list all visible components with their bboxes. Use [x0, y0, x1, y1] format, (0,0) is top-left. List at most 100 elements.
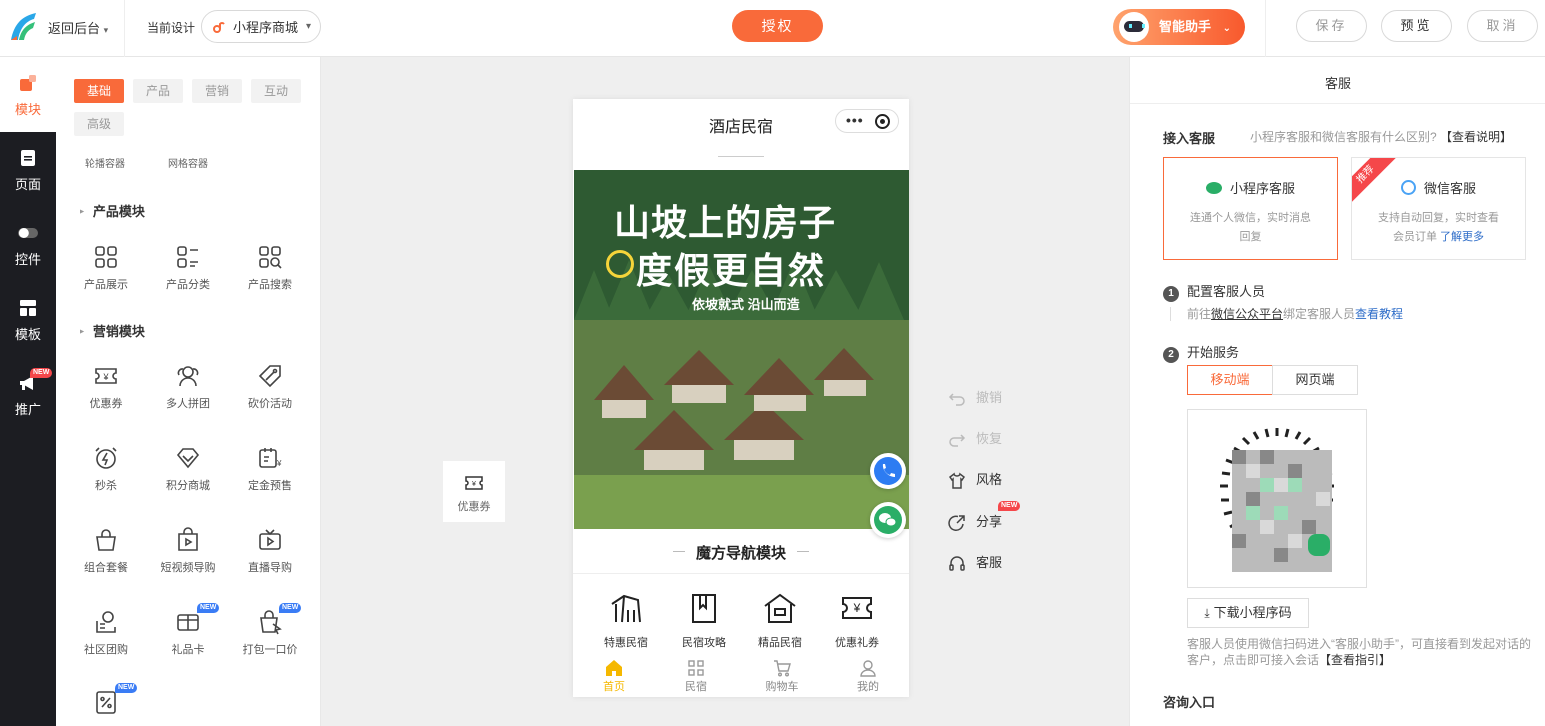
tab-home[interactable]: 首页 — [584, 659, 644, 694]
bargain-icon — [258, 365, 281, 388]
guide-link[interactable]: 【查看指引】 — [1319, 653, 1391, 667]
coupon-icon: ¥ — [95, 368, 117, 384]
rail-item-modules[interactable]: 模块 — [0, 57, 56, 132]
tab-web[interactable]: 网页端 — [1272, 365, 1358, 395]
back-to-admin-button[interactable]: 返回后台 ▾ — [48, 18, 108, 37]
tab-homestay[interactable]: 民宿 — [666, 659, 726, 694]
save-button[interactable]: 保存 — [1296, 10, 1367, 42]
module-gift-card[interactable]: 礼品卡 NEW — [153, 603, 223, 657]
tab-marketing[interactable]: 营销 — [192, 79, 242, 103]
redo-button[interactable]: 恢复 — [948, 428, 1002, 449]
hero-banner[interactable]: 山坡上的房子 度假更自然 依坡就式 沿山而造 — [574, 170, 909, 529]
download-qr-button[interactable]: ⤓ 下载小程序码 — [1187, 598, 1309, 628]
tutorial-link[interactable]: 查看教程 — [1355, 307, 1403, 321]
rail-label: 模块 — [14, 102, 41, 117]
wechat-mp-link[interactable]: 微信公众平台 — [1211, 307, 1283, 321]
more-icon: ••• — [846, 112, 864, 128]
rail-label: 模板 — [14, 327, 41, 342]
share-icon — [948, 514, 965, 531]
left-rail: 模块 页面 控件 模板 推广 NEW — [0, 57, 56, 726]
nav-item-coupons[interactable]: ¥ 优惠礼券 — [817, 592, 897, 650]
module-coupon[interactable]: ¥ 优惠券 — [71, 363, 141, 411]
wechat-button[interactable] — [870, 502, 906, 538]
sun-icon — [606, 250, 634, 278]
module-presale[interactable]: ¥ 定金预售 — [235, 445, 305, 493]
module-label: 定金预售 — [248, 480, 292, 492]
learn-more-link[interactable]: 了解更多 — [1440, 231, 1484, 243]
house-sketch-icon — [611, 594, 641, 623]
tab-product[interactable]: 产品 — [133, 79, 183, 103]
mini-program-service-card[interactable]: 小程序客服 连通个人微信，实时消息回复 — [1163, 157, 1338, 260]
hero-headline-1: 山坡上的房子 — [614, 202, 837, 244]
rail-item-page[interactable]: 页面 — [0, 132, 56, 207]
carousel-container[interactable]: 轮播容器 — [85, 155, 125, 170]
phone-call-button[interactable] — [870, 453, 906, 489]
nav-item-label: 精品民宿 — [758, 637, 802, 649]
module-bundle-price[interactable]: 打包一口价 NEW — [235, 603, 305, 657]
access-help-text: 小程序客服和微信客服有什么区别? — [1250, 130, 1437, 144]
side-coupon-label: 优惠券 — [457, 501, 491, 513]
chevron-down-icon: ⌄ — [1222, 23, 1232, 34]
module-points-mall[interactable]: 积分商城 — [153, 445, 223, 493]
marketing-section-title[interactable]: 营销模块 — [76, 321, 145, 340]
module-product-display[interactable]: 产品展示 — [71, 244, 141, 292]
module-short-video[interactable]: 短视频导购 — [153, 527, 223, 575]
search-grid-icon — [259, 246, 282, 269]
preview-button[interactable]: 预览 — [1381, 10, 1452, 42]
download-label: 下载小程序码 — [1213, 605, 1292, 620]
authorize-button[interactable]: 授权 — [732, 10, 823, 42]
rail-item-templates[interactable]: 模板 — [0, 282, 56, 357]
undo-button[interactable]: 撤销 — [948, 387, 1002, 408]
design-selector[interactable]: 小程序商城 ▾ — [201, 10, 321, 43]
module-product-search[interactable]: 产品搜索 — [235, 244, 305, 292]
grid-icon — [688, 660, 704, 676]
wechat-service-card[interactable]: 推荐 微信客服 支持自动回复，实时查看会员订单 了解更多 — [1351, 157, 1526, 260]
module-discount[interactable]: NEW — [71, 683, 141, 721]
nav-item-boutique-homestay[interactable]: 精品民宿 — [740, 592, 820, 650]
module-label: 直播导购 — [248, 562, 292, 574]
nav-item-special-homestay[interactable]: 特惠民宿 — [586, 592, 666, 650]
mini-program-capsule[interactable]: ••• — [835, 109, 899, 133]
module-group-buy[interactable]: 多人拼团 — [153, 363, 223, 411]
step1-desc-text: 前往 — [1187, 307, 1212, 321]
module-flash-sale[interactable]: 秒杀 — [71, 445, 141, 493]
grid-container[interactable]: 网格容器 — [168, 155, 208, 170]
access-help-link[interactable]: 【查看说明】 — [1440, 130, 1512, 144]
tab-advanced[interactable]: 高级 — [74, 112, 124, 136]
smart-assistant-button[interactable]: 智能助手 ⌄ — [1113, 9, 1245, 45]
floating-coupon-widget[interactable]: ¥ 优惠券 — [443, 461, 505, 522]
tool-label: 撤销 — [976, 390, 1003, 405]
rail-item-controls[interactable]: 控件 — [0, 207, 56, 282]
card-title: 小程序客服 — [1229, 181, 1295, 196]
module-product-category[interactable]: 产品分类 — [153, 244, 223, 292]
product-section-title[interactable]: 产品模块 — [76, 201, 145, 220]
tool-label: 恢复 — [976, 431, 1003, 446]
style-button[interactable]: 风格 — [948, 469, 1002, 490]
module-bundle[interactable]: 组合套餐 — [71, 527, 141, 575]
tab-mobile[interactable]: 移动端 — [1187, 365, 1273, 395]
module-live-stream[interactable]: 直播导购 — [235, 527, 305, 575]
module-community-buy[interactable]: 社区团购 — [71, 609, 141, 657]
nav-item-homestay-guide[interactable]: 民宿攻略 — [664, 592, 744, 650]
consult-entry-label: 咨询入口 — [1163, 695, 1216, 710]
module-bargain[interactable]: 砍价活动 — [235, 363, 305, 411]
nav-item-label: 特惠民宿 — [604, 637, 648, 649]
access-label: 接入客服 — [1163, 131, 1216, 146]
step-title: 开始服务 — [1187, 345, 1240, 360]
tab-cart[interactable]: 购物车 — [752, 659, 812, 694]
section-divider — [573, 573, 909, 574]
cancel-button[interactable]: 取消 — [1467, 10, 1538, 42]
shirt-icon — [948, 472, 966, 489]
svg-text:¥: ¥ — [853, 601, 861, 615]
tab-interactive[interactable]: 互动 — [251, 79, 301, 103]
rail-item-promotion[interactable]: 推广 NEW — [0, 357, 56, 432]
bundle-icon — [96, 529, 116, 551]
module-label: 优惠券 — [89, 398, 123, 410]
community-buy-icon — [96, 611, 116, 633]
access-help[interactable]: 小程序客服和微信客服有什么区别? 【查看说明】 — [1250, 128, 1512, 145]
share-button[interactable]: 分享 NEW — [948, 501, 1021, 532]
presale-icon: ¥ — [259, 448, 282, 468]
customer-service-tool-button[interactable]: 客服 — [948, 552, 1002, 573]
tab-basic[interactable]: 基础 — [74, 79, 124, 103]
tab-mine[interactable]: 我的 — [838, 659, 898, 694]
